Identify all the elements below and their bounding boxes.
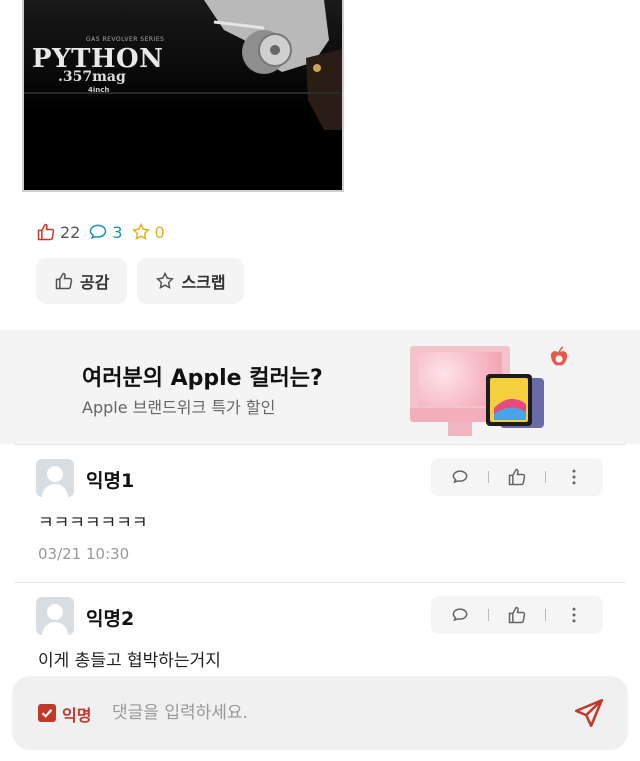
thumbs-up-icon[interactable] <box>507 467 527 487</box>
comment-item: 익명1 ㅋㅋㅋㅋㅋㅋㅋ 03/21 10:30 <box>0 444 640 584</box>
like-button[interactable]: 공감 <box>36 258 128 304</box>
comment-text: 이게 총들고 협박하는거지 <box>38 651 221 671</box>
more-vertical-icon[interactable] <box>564 467 584 487</box>
speech-bubble-icon <box>90 224 107 240</box>
more-vertical-icon[interactable] <box>564 605 584 625</box>
image-barrel-text: 4inch <box>88 86 110 94</box>
checkmark-icon <box>41 709 53 718</box>
star-icon <box>131 222 150 240</box>
ad-subtitle: Apple 브랜드위크 특가 할인 <box>82 398 276 417</box>
thumbs-up-icon <box>55 272 73 290</box>
image-series-text: GAS REVOLVER SERIES <box>86 36 165 43</box>
comment-author: 익명2 <box>86 608 135 630</box>
comment-toolbar <box>431 458 603 496</box>
comment-input[interactable] <box>112 696 552 730</box>
star-icon <box>156 271 175 289</box>
comment-text: ㅋㅋㅋㅋㅋㅋㅋ <box>38 513 148 533</box>
post-stats: 22 3 0 <box>36 222 165 242</box>
thumbs-up-icon <box>37 223 55 241</box>
anonymous-checkbox[interactable] <box>38 704 56 722</box>
ad-apple-logo-icon <box>550 346 568 366</box>
comment-divider <box>14 444 626 445</box>
avatar <box>36 597 74 635</box>
scrap-count: 0 <box>131 222 165 242</box>
scrap-button-label: 스크랩 <box>181 273 226 292</box>
like-button-label: 공감 <box>80 273 110 292</box>
ad-title: 여러분의 Apple 컬러는? <box>82 366 323 391</box>
thumbs-up-icon[interactable] <box>507 605 527 625</box>
avatar <box>36 459 74 497</box>
like-count: 22 <box>36 222 80 242</box>
scrap-button[interactable]: 스크랩 <box>137 258 244 304</box>
image-caliber-text: .357mag <box>58 69 126 85</box>
post-actions: 공감 스크랩 <box>36 258 244 304</box>
comment-count: 3 <box>88 222 123 242</box>
comment-item: 익명2 이게 총들고 협박하는거지 <box>0 582 640 676</box>
imac-stand <box>448 422 472 436</box>
comment-divider <box>14 582 626 583</box>
ipad-image <box>486 374 544 428</box>
anonymous-label[interactable]: 익명 <box>62 702 91 726</box>
comment-author: 익명1 <box>86 470 135 492</box>
reply-icon[interactable] <box>450 467 470 487</box>
comment-toolbar <box>431 596 603 634</box>
image-stripe <box>24 92 342 94</box>
comment-input-bar: 익명 <box>12 676 628 750</box>
send-icon[interactable] <box>572 696 606 730</box>
comment-date: 03/21 10:30 <box>38 545 130 563</box>
post-image[interactable]: GAS REVOLVER SERIES PYTHON .357mag 4inch <box>22 0 344 192</box>
reply-icon[interactable] <box>450 605 470 625</box>
